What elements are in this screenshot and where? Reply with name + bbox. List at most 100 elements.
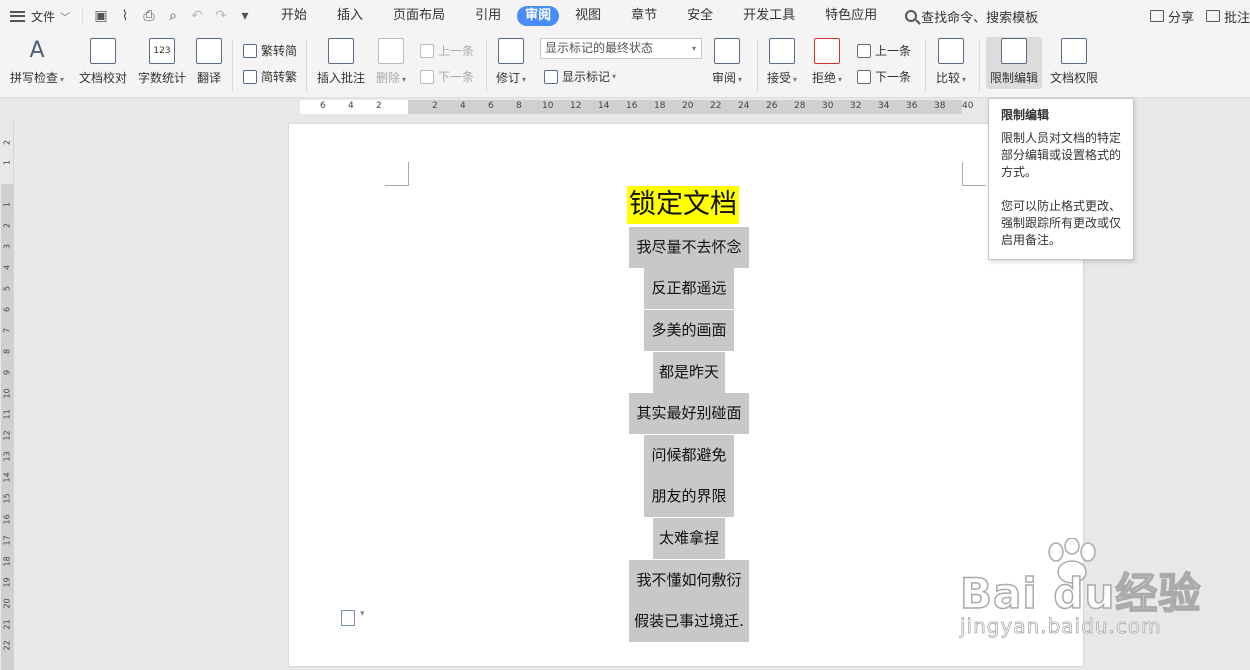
word-count-label: 字数统计 (138, 71, 187, 85)
tab-security[interactable]: 安全 (673, 6, 727, 26)
ruler-tick: 16 (626, 101, 638, 111)
comment-button[interactable]: 批注 (1205, 7, 1250, 26)
print-preview-icon[interactable]: ⌕ (161, 5, 185, 27)
show-markup-button[interactable]: 显示标记 ▾ (544, 68, 616, 85)
undo-icon[interactable]: ↶ (185, 5, 209, 27)
margin-corner-mark (385, 162, 409, 186)
share-button[interactable]: 分享 (1149, 7, 1194, 26)
ruler-tick: 36 (906, 101, 918, 111)
prev-comment-button[interactable]: 上一条 (420, 42, 474, 59)
vruler-tick: 14 (2, 472, 12, 483)
compare-button[interactable]: 比较 ▾ (936, 38, 966, 86)
tab-references[interactable]: 引用 (461, 6, 515, 26)
doc-rights-icon (1061, 38, 1087, 64)
compare-icon (938, 38, 965, 64)
ruler-tick: 8 (516, 101, 522, 111)
review-pane-button[interactable]: 审阅 ▾ (712, 38, 742, 86)
vruler-tick: 10 (2, 388, 12, 399)
vruler-tick: 6 (2, 306, 12, 313)
document-line: 我尽量不去怀念 (629, 227, 749, 268)
vruler-tick: 4 (2, 264, 12, 271)
next-change-icon (857, 69, 871, 84)
lock-icon (1001, 38, 1027, 64)
tooltip-detail: 您可以防止格式更改、强制跟踪所有更改或仅启用备注。 (1001, 199, 1122, 247)
restrict-edit-tooltip: 限制编辑 限制人员对文档的特定部分编辑或设置格式的方式。 您可以防止格式更改、强… (988, 98, 1134, 260)
redo-icon[interactable]: ↷ (209, 5, 233, 27)
ruler-tick: 12 (570, 101, 582, 111)
vruler-tick: 22 (2, 640, 12, 651)
insert-comment-label: 插入批注 (317, 71, 366, 85)
delete-comment-button[interactable]: 删除 ▾ (376, 38, 406, 86)
translate-icon (196, 38, 222, 64)
ruler-tick: 6 (488, 101, 494, 111)
next-comment-icon (420, 69, 434, 84)
trad-icon (243, 43, 257, 58)
tab-developer[interactable]: 开发工具 (729, 6, 809, 26)
document-line: 太难拿捏 (653, 518, 725, 559)
vertical-ruler[interactable]: 2 1 1 2 3 4 5 6 7 8 9 10 11 12 13 14 15 … (0, 118, 14, 670)
accept-label: 接受 (767, 71, 792, 85)
simp-to-trad-button[interactable]: 简转繁 (243, 68, 297, 85)
vruler-tick: 13 (2, 451, 12, 462)
display-mode-select[interactable]: 显示标记的最终状态 ▾ (540, 38, 702, 59)
document-line: 反正都遥远 (644, 268, 734, 309)
translate-button[interactable]: 翻译 (196, 38, 222, 86)
vruler-tick: 5 (2, 285, 12, 292)
prev-comment-icon (420, 43, 434, 58)
ruler-tick: 30 (822, 101, 834, 111)
ruler-tick: 34 (878, 101, 890, 111)
search-icon (905, 10, 918, 22)
doc-rights-label: 文档权限 (1050, 71, 1099, 85)
show-markup-icon (544, 69, 558, 84)
tab-review[interactable]: 审阅 (517, 6, 560, 26)
tab-chapter[interactable]: 章节 (617, 6, 671, 26)
vruler-tick: 11 (2, 409, 12, 420)
prev-change-icon (857, 43, 871, 58)
format-painter-icon[interactable]: ⌇ (113, 5, 137, 27)
save-icon[interactable]: ▣ (89, 5, 113, 27)
command-search[interactable]: 查找命令、搜索模板 (905, 7, 1038, 26)
chevron-down-icon: ▾ (691, 44, 696, 53)
doc-rights-button[interactable]: 文档权限 (1050, 38, 1098, 86)
ruler-tick: 28 (794, 101, 806, 111)
tab-view[interactable]: 视图 (561, 6, 615, 26)
print-icon[interactable]: ⎙ (137, 5, 161, 27)
vruler-tick: 17 (2, 535, 12, 546)
prev-change-button[interactable]: 上一条 (857, 42, 911, 59)
document-line: 都是昨天 (653, 352, 725, 393)
doc-proof-icon (90, 38, 116, 64)
customize-icon[interactable]: ▾ (233, 5, 257, 27)
ruler-tick: 26 (766, 101, 778, 111)
paste-options-icon[interactable] (341, 609, 365, 626)
compare-label: 比较 (936, 71, 961, 85)
vruler-tick: 2 (2, 139, 12, 146)
word-count-button[interactable]: 123 字数统计 (138, 38, 186, 86)
tab-insert[interactable]: 插入 (323, 6, 377, 26)
next-change-button[interactable]: 下一条 (857, 68, 911, 85)
reject-label: 拒绝 (812, 71, 837, 85)
doc-proof-button[interactable]: 文档校对 (79, 38, 127, 86)
insert-comment-button[interactable]: 插入批注 (317, 38, 365, 86)
ruler-tick: 4 (348, 101, 354, 111)
display-mode-value: 显示标记的最终状态 (545, 41, 654, 55)
share-label: 分享 (1167, 10, 1194, 26)
tooltip-description: 限制人员对文档的特定部分编辑或设置格式的方式。 (1001, 131, 1122, 179)
next-comment-button[interactable]: 下一条 (420, 68, 474, 85)
file-menu[interactable]: 文件 ﹀ (0, 0, 78, 32)
hamburger-icon (10, 10, 25, 22)
vruler-tick: 12 (2, 430, 12, 441)
delete-comment-icon (378, 38, 405, 64)
trad-to-simp-button[interactable]: 繁转简 (243, 42, 297, 59)
accept-button[interactable]: 接受 ▾ (767, 38, 797, 86)
revise-button[interactable]: 修订 ▾ (496, 38, 526, 86)
ruler-tick: 6 (320, 101, 326, 111)
share-icon (1149, 10, 1164, 22)
word-count-icon: 123 (149, 38, 175, 64)
restrict-edit-button[interactable]: 限制编辑 (986, 37, 1043, 89)
tab-features[interactable]: 特色应用 (811, 6, 891, 26)
tab-home[interactable]: 开始 (267, 6, 321, 26)
tab-layout[interactable]: 页面布局 (379, 6, 459, 26)
spellcheck-button[interactable]: A 拼写检查 ▾ (10, 38, 64, 86)
ruler-tick: 4 (460, 101, 466, 111)
reject-button[interactable]: 拒绝 ▾ (812, 38, 842, 86)
